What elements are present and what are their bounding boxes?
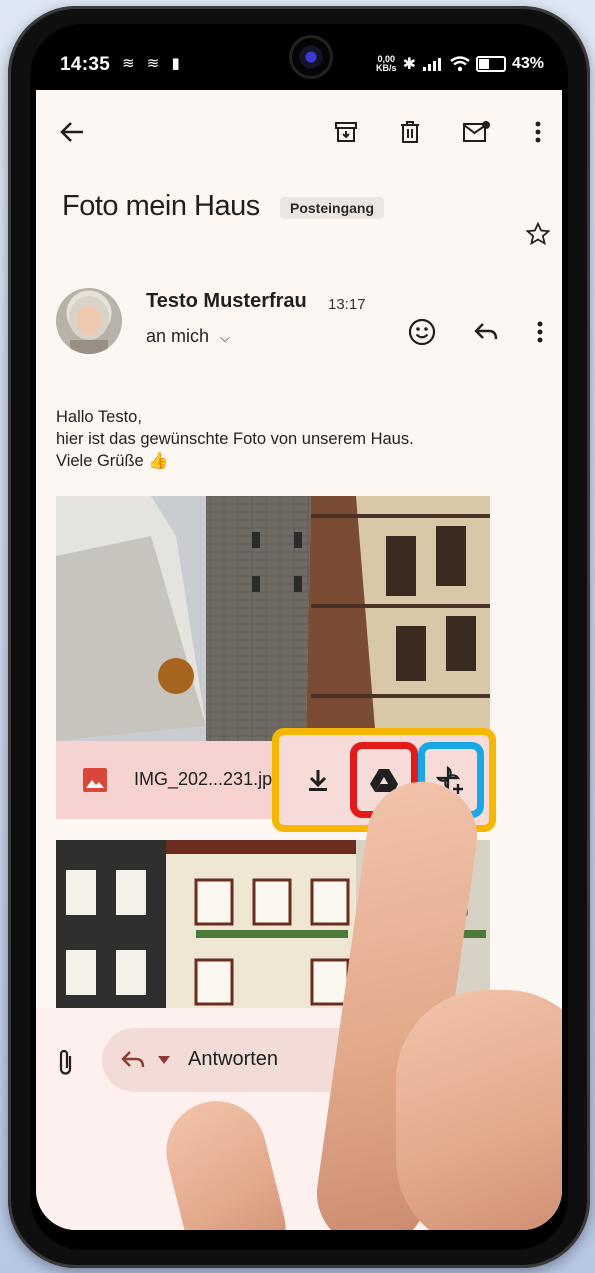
back-icon[interactable] — [50, 110, 94, 154]
email-subject: Foto mein Haus — [62, 190, 260, 222]
notification-icons: ≋ ≋ ▮ — [122, 55, 184, 72]
emoji-reaction-icon[interactable] — [402, 312, 442, 352]
front-camera — [292, 38, 330, 76]
message-more-icon[interactable] — [528, 312, 552, 352]
hand-fingers — [396, 990, 562, 1230]
battery-level: 43% — [511, 55, 544, 72]
archive-icon[interactable] — [324, 110, 368, 154]
download-icon[interactable] — [298, 760, 338, 800]
star-icon[interactable] — [520, 216, 556, 252]
email-body: Hallo Testo, hier ist das gewünschte Fot… — [56, 406, 414, 472]
body-line: Hallo Testo, — [56, 408, 142, 426]
bluetooth-icon: ✱ — [402, 56, 416, 73]
signal-icon — [422, 58, 441, 71]
body-line: Viele Grüße 👍 — [56, 452, 169, 470]
chevron-down-icon: ⌵ — [220, 330, 230, 345]
recipient-label: an mich — [146, 326, 210, 346]
label-chip[interactable]: Posteingang — [280, 197, 385, 219]
status-right: 0,00 KB/s ✱ 43% — [376, 54, 544, 74]
mail-unread-icon[interactable] — [454, 110, 498, 154]
reply-icon[interactable] — [466, 312, 506, 352]
body-line: hier ist das gewünschte Foto von unserem… — [56, 430, 414, 448]
phone-bezel: 14:35 ≋ ≋ ▮ 0,00 KB/s ✱ 43% Foto mein Ha… — [30, 24, 568, 1250]
reply-label: Antworten — [188, 1048, 279, 1070]
sender-avatar[interactable] — [56, 288, 122, 354]
trash-icon[interactable] — [388, 110, 432, 154]
reply-arrow-icon — [118, 1046, 148, 1074]
phone-frame: 14:35 ≋ ≋ ▮ 0,00 KB/s ✱ 43% Foto mein Ha… — [8, 6, 590, 1268]
more-vert-icon[interactable] — [516, 110, 560, 154]
gmail-screen: Foto mein Haus Posteingang Testo Musterf… — [36, 90, 562, 1230]
attachment-clip-icon[interactable] — [48, 1044, 84, 1080]
net-speed: 0,00 KB/s — [376, 54, 397, 73]
reply-dropdown-icon[interactable] — [156, 1050, 172, 1070]
attachment-image-preview[interactable] — [56, 496, 490, 741]
email-toolbar — [36, 90, 562, 170]
send-time: 13:17 — [328, 296, 366, 313]
attachment-filename: IMG_202...231.jpg — [134, 769, 283, 789]
image-file-icon — [80, 765, 110, 795]
recipient-toggle[interactable]: an mich ⌵ — [146, 326, 230, 347]
battery-icon — [475, 56, 506, 72]
wifi-icon — [450, 56, 470, 72]
status-time: 14:35 — [60, 54, 111, 75]
sender-name: Testo Musterfrau — [146, 290, 307, 312]
